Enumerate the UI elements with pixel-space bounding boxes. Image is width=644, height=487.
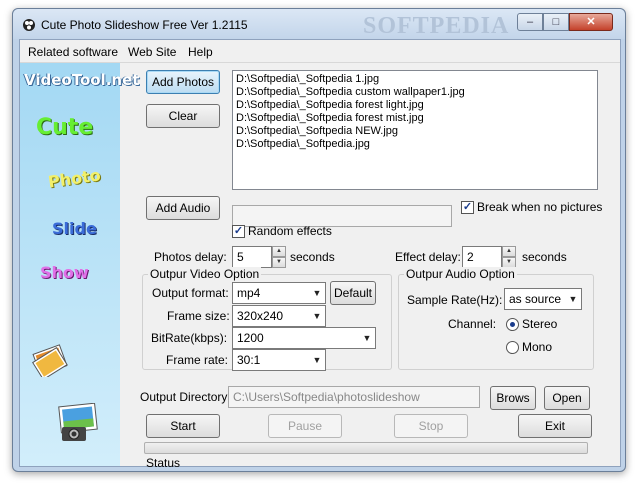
progress-bar [144,442,588,454]
banner-word-show: Show [40,263,89,282]
pause-button[interactable]: Pause [268,414,342,438]
random-effects-checkbox[interactable]: ✓ [232,225,245,238]
frame-rate-value: 30:1 [237,353,261,367]
frame-size-value: 320x240 [237,309,284,323]
menu-related-software[interactable]: Related software [28,45,118,59]
default-button[interactable]: Default [330,281,376,305]
client-area: Related software Web Site Help VideoTool… [19,39,621,470]
break-label: Break when no pictures [477,200,603,214]
start-button[interactable]: Start [146,414,220,438]
effect-delay-unit: seconds [522,250,567,264]
list-item[interactable]: D:\Softpedia\_Softpedia forest light.jpg [236,99,594,112]
effect-delay-spinner[interactable]: ▲ ▼ [502,246,516,268]
radio-selected-dot [510,322,515,327]
photos-delay-unit: seconds [290,250,335,264]
status-label: Status [146,456,181,470]
list-item[interactable]: D:\Softpedia\_Softpedia NEW.jpg [236,125,594,138]
spin-up-icon[interactable]: ▲ [272,246,286,257]
chevron-down-icon[interactable]: ▼ [565,289,581,309]
break-checkbox[interactable]: ✓ [461,201,474,214]
banner-word-cute: Cute [36,115,94,140]
sample-rate-select[interactable]: as source ▼ [504,288,582,310]
maximize-button[interactable]: □ [543,13,569,31]
app-icon [23,19,35,31]
output-format-select[interactable]: mp4 ▼ [232,282,326,304]
mono-label: Mono [522,340,553,354]
stereo-radio[interactable] [506,318,519,331]
output-dir-label: Output Directory: [140,390,231,404]
mono-radio[interactable] [506,341,519,354]
spin-down-icon[interactable]: ▼ [272,257,286,268]
frame-size-label: Frame size: [167,309,230,323]
bitrate-select[interactable]: 1200 ▼ [232,327,376,349]
exit-button[interactable]: Exit [518,414,592,438]
sidebar-banner: VideoTool.net Cute Photo Slide Show [20,63,139,466]
output-dir-input[interactable]: C:\Users\Softpedia\photoslideshow [228,386,480,408]
stereo-label: Stereo [522,317,558,331]
photo-list[interactable]: D:\Softpedia\_Softpedia 1.jpg D:\Softped… [232,70,598,190]
list-item[interactable]: D:\Softpedia\_Softpedia custom wallpaper… [236,86,594,99]
bitrate-value: 1200 [237,331,264,345]
app-window: Cute Photo Slideshow Free Ver 1.2115 SOF… [12,8,626,472]
audio-options-title: Outpur Audio Option [404,267,517,281]
chevron-down-icon[interactable]: ▼ [359,328,375,348]
sample-rate-label: Sample Rate(Hz): [407,293,503,307]
photos-delay-input[interactable]: 5 [232,246,272,268]
menu-help[interactable]: Help [188,45,213,59]
menu-web-site[interactable]: Web Site [128,45,176,59]
list-item[interactable]: D:\Softpedia\_Softpedia forest mist.jpg [236,112,594,125]
photos-icon [32,344,68,377]
title-bar[interactable]: Cute Photo Slideshow Free Ver 1.2115 SOF… [13,9,625,39]
softpedia-watermark: SOFTPEDIA [363,13,510,39]
output-format-value: mp4 [237,286,261,300]
banner-word-photo: Photo [46,165,102,192]
menu-bar: Related software Web Site Help [20,40,620,63]
list-item[interactable]: D:\Softpedia\_Softpedia.jpg [236,138,594,151]
list-item[interactable]: D:\Softpedia\_Softpedia 1.jpg [236,73,594,86]
chevron-down-icon[interactable]: ▼ [309,350,325,370]
channel-label: Channel: [448,317,497,331]
bitrate-label: BitRate(kbps): [151,331,228,345]
spin-up-icon[interactable]: ▲ [502,246,516,257]
frame-rate-select[interactable]: 30:1 ▼ [232,349,326,371]
open-button[interactable]: Open [544,386,590,410]
frame-size-select[interactable]: 320x240 ▼ [232,305,326,327]
photos-delay-spinner[interactable]: ▲ ▼ [272,246,286,268]
video-options-title: Outpur Video Option [148,267,262,281]
add-audio-button[interactable]: Add Audio [146,196,220,220]
chevron-down-icon[interactable]: ▼ [309,306,325,326]
window-title: Cute Photo Slideshow Free Ver 1.2115 [41,18,248,32]
output-format-label: Output format: [152,286,229,300]
effect-delay-input[interactable]: 2 [462,246,502,268]
stop-button[interactable]: Stop [394,414,468,438]
close-button[interactable]: ✕ [569,13,613,31]
add-photos-button[interactable]: Add Photos [146,70,220,94]
camera-icon [58,403,98,441]
brand-label: VideoTool.net [24,71,140,89]
browse-button[interactable]: Brows [490,386,536,410]
effect-delay-label: Effect delay: [395,250,461,264]
photos-delay-label: Photos delay: [154,250,227,264]
minimize-button[interactable]: – [517,13,543,31]
clear-button[interactable]: Clear [146,104,220,128]
frame-rate-label: Frame rate: [166,353,229,367]
sample-rate-value: as source [509,292,562,306]
chevron-down-icon[interactable]: ▼ [309,283,325,303]
random-effects-label: Random effects [248,224,332,238]
banner-word-slide: Slide [52,219,97,238]
